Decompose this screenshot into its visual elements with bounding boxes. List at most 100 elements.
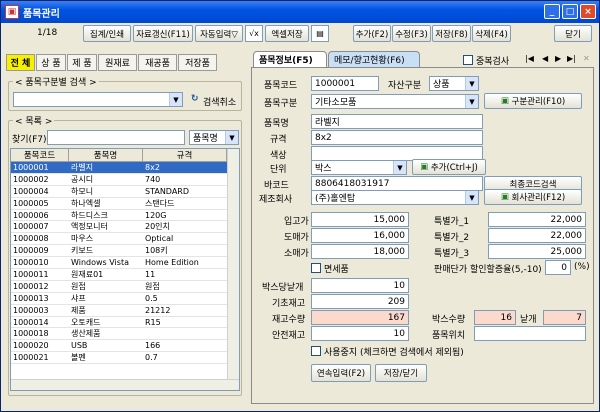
table-row[interactable]: 1000003 제품 21212 [11,305,239,317]
find-field-select[interactable]: 품목명 ▼ [189,130,239,145]
excel-save-button[interactable]: 엑셀저장 [265,25,309,42]
category-product[interactable]: 제 품 [67,54,97,71]
summary-print-button[interactable]: 집계/인쇄 [83,25,131,42]
table-row[interactable]: 1000002 공시디 740 [11,174,239,186]
close-button[interactable]: × [580,4,596,19]
prev-record-icon[interactable]: ◀ [542,54,548,63]
next-record-icon[interactable]: ▶ [555,54,561,63]
taxfree-checkbox[interactable] [311,263,321,273]
calculator-icon[interactable]: √x [245,25,263,42]
company-manage-button[interactable]: ▣ 회사관리(F12) [484,189,582,205]
cell-name: 라벨지 [71,162,94,172]
horizontal-scrollbar[interactable] [11,379,239,390]
retail-input[interactable]: 18,000 [311,244,409,259]
table-row[interactable]: 1000013 샤프 0.5 [11,293,239,305]
table-row[interactable]: 1000012 원접 원접 [11,281,239,293]
category-goods[interactable]: 상 품 [36,54,66,71]
barcode-input[interactable]: 8806418031917 [311,176,483,191]
safe-stock-input[interactable]: 10 [311,326,409,341]
find-input[interactable] [47,130,185,145]
category-stock[interactable]: 저장품 [178,54,217,71]
stop-use-label: 사용중지 (체크하면 검색에서 제외됨) [324,348,464,358]
each-input: 7 [543,310,586,325]
unit-select[interactable]: 박스 ▼ [311,160,407,175]
special-price-2-input[interactable]: 22,000 [488,228,586,243]
tab-memo[interactable]: 메모/향고현황(F6) [328,51,420,68]
table-row[interactable]: 1000001 라벨지 8x2 [11,162,239,174]
refresh-button[interactable]: 자료갱신(F11) [133,25,193,42]
chevron-down-icon: ▼ [225,131,238,144]
category-select[interactable]: ▼ [13,92,183,107]
location-input[interactable] [474,326,586,341]
col-code[interactable]: 품목코드 [11,149,69,161]
last-record-icon[interactable]: ▶| [567,54,576,63]
edit-button[interactable]: 수정(F3) [392,25,431,42]
code-input[interactable]: 1000001 [311,76,379,91]
tab-item-info[interactable]: 품목정보(F5) [253,51,327,68]
layout-icon[interactable]: ▤ [311,25,329,42]
category-all[interactable]: 전 체 [6,54,35,71]
cell-code: 1000021 [13,353,49,363]
category-wip[interactable]: 재공품 [138,54,177,71]
add-button[interactable]: 추가(F2) [353,25,391,42]
spec-input[interactable]: 8x2 [311,130,483,145]
special-price-3-input[interactable]: 25,000 [488,244,586,259]
table-row[interactable]: 1000011 원재료01 11 [11,269,239,281]
minimize-button[interactable]: _ [544,4,560,19]
maker-select[interactable]: (주)홀엔탑 ▼ [311,190,479,205]
base-stock-input[interactable]: 209 [311,294,409,309]
wholesale-input[interactable]: 16,000 [311,228,409,243]
discount-input[interactable]: 0 [545,260,571,275]
unit-add-button[interactable]: ▣ 추가(Ctrl+J) [412,159,486,175]
cell-spec: 스탠다드 [145,198,175,208]
cell-name: 액정모니터 [71,222,108,232]
per-box-input[interactable]: 10 [311,278,409,293]
save-close-button[interactable]: 저장/닫기 [375,364,427,382]
maximize-button[interactable]: □ [562,4,578,19]
special-price-1-input[interactable]: 22,000 [488,212,586,227]
continue-input-button[interactable]: 연속입력(F2) [311,364,371,382]
cell-spec: 21212 [145,305,171,315]
type-manage-button[interactable]: ▣ 구분관리(F10) [484,93,582,109]
table-row[interactable]: 1000009 키보드 108키 [11,245,239,258]
category-raw[interactable]: 원재료 [98,54,137,71]
location-label: 품목위치 [432,331,466,341]
col-name[interactable]: 품목명 [69,149,143,161]
stock-input: 167 [311,310,409,325]
delete-button[interactable]: 삭제(F4) [472,25,511,42]
table-row[interactable]: 1000006 하드디스크 120G [11,210,239,222]
chevron-down-icon: ▼ [169,93,182,106]
type-select[interactable]: 기타소모품 ▼ [311,94,479,109]
add-icon: ▣ [420,162,429,172]
table-row[interactable]: 1000004 하모니 STANDARD [11,186,239,198]
dup-check-checkbox[interactable] [463,55,473,65]
auto-input-button[interactable]: 자동입력▽ [195,25,243,42]
close-window-button[interactable]: 닫기 [554,25,592,42]
table-row[interactable]: 1000018 생산제품 [11,328,239,341]
refresh-icon[interactable]: ↻ [191,94,199,104]
table-row[interactable]: 1000021 볼펜 0.7 [11,352,239,365]
cell-name: 제품 [71,305,86,315]
search-cancel-button[interactable]: 검색취소 [203,95,236,108]
name-input[interactable]: 라벨지 [311,114,483,129]
cell-name: 마우스 [71,234,94,244]
barcode-label: 바코드 [264,181,289,191]
cell-code: 1000006 [13,210,49,220]
table-row[interactable]: 1000008 마우스 Optical [11,233,239,246]
cell-code: 1000013 [13,293,49,303]
table-row[interactable]: 1000020 USB 166 [11,340,239,353]
in-price-input[interactable]: 15,000 [311,212,409,227]
table-row[interactable]: 1000010 Windows Vista Home Edition [11,257,239,270]
save-button[interactable]: 저장(F8) [432,25,471,42]
asset-select[interactable]: 상품 ▼ [429,76,479,91]
table-row[interactable]: 1000014 오토캐드 R15 [11,317,239,329]
table-row[interactable]: 1000007 액정모니터 20인치 [11,221,239,234]
cell-code: 1000018 [13,329,49,339]
vertical-scrollbar[interactable] [227,149,239,390]
window-title: 품목관리 [23,8,60,20]
table-row[interactable]: 1000005 하나엑셀 스탠다드 [11,198,239,210]
cancel-icon[interactable]: ✕ [583,54,590,63]
first-record-icon[interactable]: |◀ [525,54,534,63]
stop-use-checkbox[interactable] [311,346,321,356]
col-spec[interactable]: 규격 [143,149,227,161]
